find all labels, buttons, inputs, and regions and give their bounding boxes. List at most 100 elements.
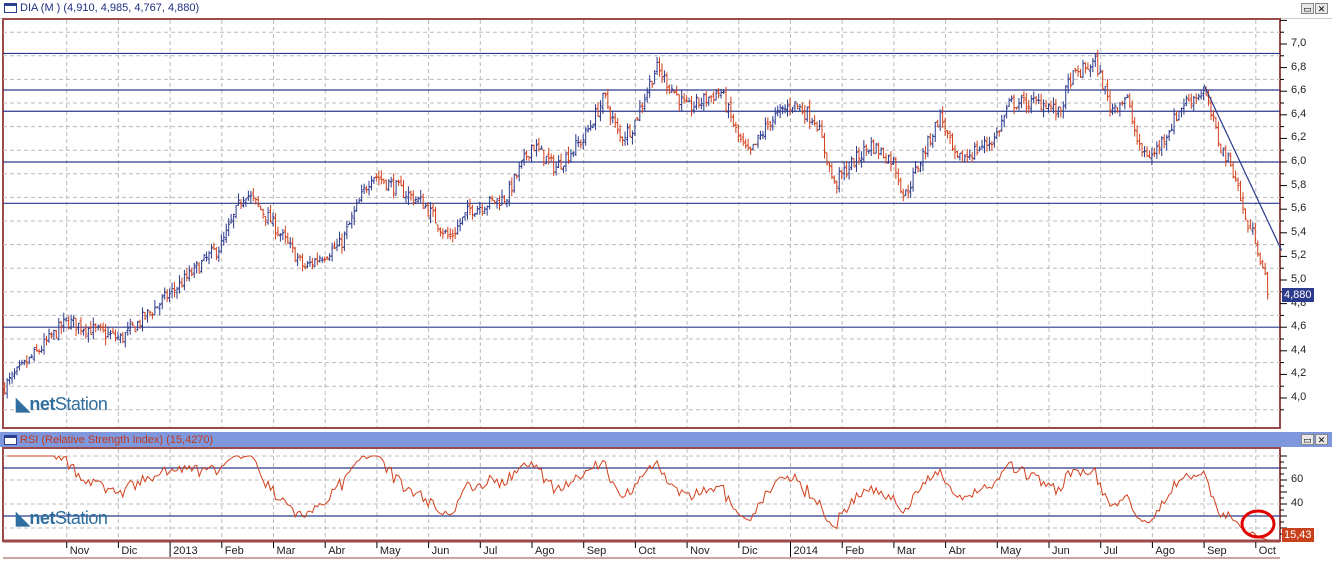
price-bar	[259, 205, 263, 210]
price-bar	[985, 136, 989, 152]
price-bar	[421, 193, 425, 209]
price-bar	[507, 180, 511, 207]
x-axis-label: Dic	[741, 545, 758, 557]
price-bar	[1179, 107, 1183, 118]
price-bar	[448, 228, 452, 240]
price-bar	[480, 203, 484, 217]
price-bar	[1258, 252, 1262, 266]
price-bar	[734, 122, 738, 133]
price-bar	[1266, 271, 1270, 300]
price-bar	[682, 93, 686, 104]
price-bar	[77, 322, 81, 335]
price-bar	[379, 170, 383, 185]
price-bar	[611, 110, 615, 124]
rsi-axis-label: 60	[1291, 473, 1304, 485]
netstation-logo: ◣netStation	[16, 394, 108, 414]
price-bar	[219, 234, 223, 253]
price-bar	[655, 56, 659, 76]
price-axis-label: 6,6	[1291, 84, 1307, 97]
price-bar	[1140, 142, 1144, 157]
price-bar	[45, 335, 49, 346]
price-bar	[387, 179, 391, 192]
price-bar	[377, 170, 381, 186]
x-axis-label: Ago	[1155, 545, 1175, 557]
price-bar	[1032, 91, 1036, 104]
x-axis-label: Feb	[224, 545, 244, 557]
price-bar	[182, 269, 186, 291]
price-bar	[451, 229, 455, 243]
price-bar	[739, 133, 743, 143]
price-bar	[1079, 69, 1083, 78]
price-bar	[783, 104, 787, 114]
logo-text: Station	[54, 508, 108, 528]
price-bar	[1219, 143, 1223, 154]
x-axis-label: Oct	[638, 545, 656, 557]
price-bar	[552, 154, 556, 177]
price-bar	[160, 293, 164, 310]
price-bar	[1177, 110, 1181, 121]
price-bar	[1199, 89, 1203, 100]
price-bar	[606, 89, 610, 109]
price-bar	[1157, 140, 1161, 155]
price-bar	[141, 307, 145, 332]
price-bar	[1042, 99, 1046, 118]
price-bar	[296, 252, 300, 267]
price-bar	[798, 104, 802, 112]
price-bar	[933, 121, 937, 142]
x-axis-label: Oct	[1258, 545, 1276, 557]
price-bar	[510, 177, 514, 197]
price-bar	[1019, 94, 1023, 109]
price-bar	[665, 72, 669, 95]
price-bar	[958, 152, 962, 161]
price-bar	[229, 213, 233, 224]
price-bar	[877, 142, 881, 159]
price-chart[interactable]	[0, 0, 1332, 561]
price-bar	[1253, 222, 1257, 245]
price-bar	[761, 130, 765, 140]
price-bar	[630, 130, 634, 145]
price-bar	[702, 92, 706, 111]
price-bar	[1184, 95, 1188, 107]
price-bar	[1091, 57, 1095, 73]
price-bar	[820, 120, 824, 138]
price-bar	[1130, 100, 1134, 125]
price-bar	[1056, 106, 1060, 118]
price-bar	[1172, 108, 1176, 135]
price-bar	[1069, 72, 1073, 89]
price-bar	[318, 255, 322, 263]
price-bar	[456, 219, 460, 235]
price-bar	[847, 162, 851, 180]
price-bar	[217, 246, 221, 262]
price-bar	[699, 97, 703, 110]
price-bar	[992, 132, 996, 148]
price-bar	[574, 134, 578, 157]
price-bar	[35, 343, 39, 352]
price-axis-label: 7,0	[1291, 37, 1307, 49]
price-bar	[42, 333, 46, 355]
price-bar	[1115, 107, 1119, 114]
price-bar	[1224, 145, 1228, 167]
price-bar	[313, 257, 317, 268]
price-bar	[862, 140, 866, 163]
price-bar	[990, 140, 994, 151]
x-axis-label: Nov	[690, 545, 710, 557]
price-bar	[433, 206, 437, 224]
price-bar	[608, 105, 612, 126]
price-bar	[180, 277, 184, 288]
price-bar	[446, 227, 450, 239]
price-bar	[653, 69, 657, 85]
price-bar	[707, 96, 711, 106]
price-bar	[1037, 93, 1041, 104]
price-bar	[763, 117, 767, 140]
price-bar	[805, 106, 809, 122]
price-bar	[57, 318, 61, 341]
price-bar	[397, 179, 401, 186]
price-bar	[808, 99, 812, 130]
price-bar	[86, 327, 90, 343]
price-bar	[1167, 129, 1171, 141]
rsi-plot-frame	[2, 447, 1281, 542]
price-bar	[1229, 152, 1233, 167]
price-bar	[286, 232, 290, 245]
price-bar	[618, 124, 622, 143]
price-bar	[79, 316, 83, 336]
